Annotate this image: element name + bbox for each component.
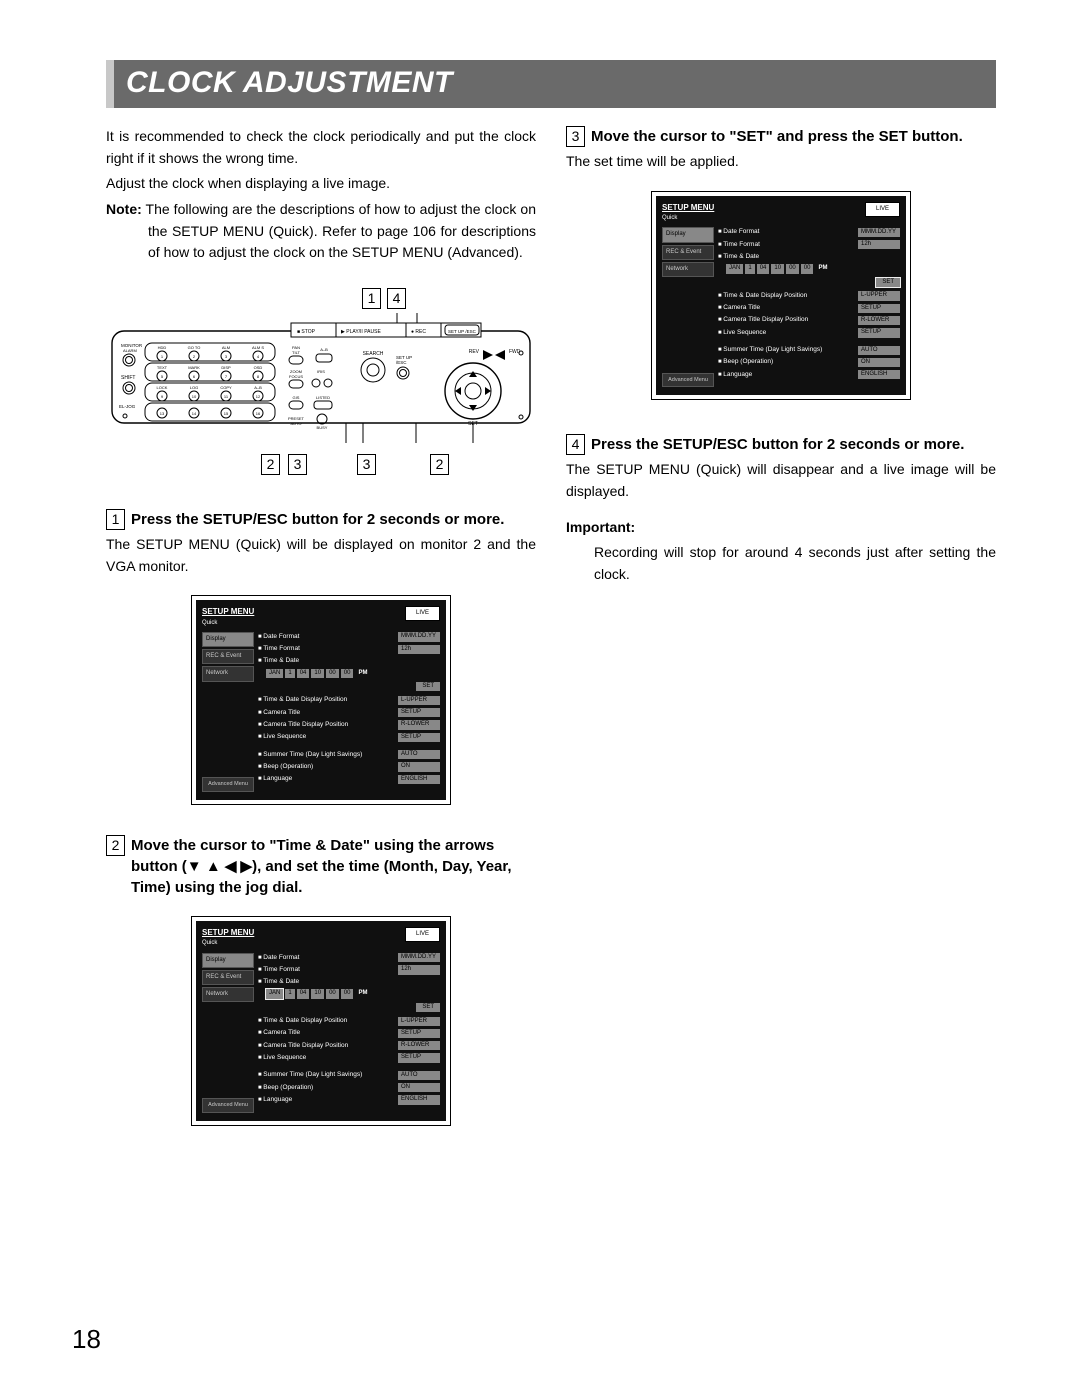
note-label: Note: (106, 201, 142, 217)
svg-text:COPY: COPY (220, 385, 232, 390)
svg-text:12: 12 (256, 394, 261, 399)
svg-text:ALM: ALM (222, 345, 230, 350)
step-2-num: 2 (106, 835, 125, 856)
intro-paragraph-1: It is recommended to check the clock per… (106, 126, 536, 169)
svg-text:IRIS: IRIS (317, 369, 325, 374)
svg-text:LOG: LOG (190, 385, 198, 390)
step-2-head: Move the cursor to "Time & Date" using t… (131, 835, 536, 898)
svg-text:15: 15 (224, 411, 229, 416)
device-panel-svg: ■ STOP ▶ PLAY/II PAUSE ● REC SET UP /ESC… (111, 313, 531, 443)
intro-paragraph-2: Adjust the clock when displaying a live … (106, 173, 536, 195)
step-3: 3 Move the cursor to "SET" and press the… (566, 126, 996, 173)
svg-text:REV: REV (469, 349, 480, 355)
svg-text:A–B: A–B (254, 385, 262, 390)
svg-text:/ESC: /ESC (396, 360, 407, 365)
setup-menu-figure-2: LIVE SETUP MENU Quick Display REC & Even… (191, 916, 451, 1126)
svg-text:ALM S: ALM S (252, 345, 264, 350)
svg-text:10: 10 (192, 394, 197, 399)
setup-menu-figure-3: LIVE SETUP MENU Quick Display REC & Even… (651, 191, 911, 401)
svg-text:TEXT: TEXT (157, 365, 168, 370)
left-column: It is recommended to check the clock per… (106, 126, 536, 1130)
step-3-num: 3 (566, 126, 585, 147)
step-2: 2 Move the cursor to "Time & Date" using… (106, 835, 536, 898)
step-4-head: Press the SETUP/ESC button for 2 seconds… (591, 434, 996, 455)
callout-4-top: 4 (387, 288, 406, 309)
svg-text:DISP: DISP (221, 365, 231, 370)
callout-3a: 3 (288, 454, 307, 475)
important-label: Important: (566, 517, 996, 539)
section-title-bar: CLOCK ADJUSTMENT (106, 60, 996, 108)
lbl-setup: SET UP /ESC (448, 329, 477, 334)
svg-text:FOCUS: FOCUS (289, 374, 303, 379)
svg-text:GIS: GIS (293, 395, 300, 400)
note-paragraph: Note: The following are the descriptions… (106, 199, 536, 264)
step-1: 1 Press the SETUP/ESC button for 2 secon… (106, 509, 536, 577)
svg-text:14: 14 (192, 411, 197, 416)
callout-1-top: 1 (362, 288, 381, 309)
right-column: 3 Move the cursor to "SET" and press the… (566, 126, 996, 1130)
callout-2b: 2 (430, 454, 449, 475)
svg-text:TILT: TILT (292, 350, 300, 355)
svg-text:GO TO: GO TO (188, 345, 201, 350)
lbl-stop: ■ STOP (297, 329, 316, 335)
lbl-rec: ● REC (411, 329, 426, 335)
step-4-body: The SETUP MENU (Quick) will disappear an… (566, 459, 996, 502)
svg-text:AUTO: AUTO (290, 421, 301, 426)
svg-text:LOCK: LOCK (157, 385, 168, 390)
svg-text:16: 16 (256, 411, 261, 416)
lbl-play: ▶ PLAY/II PAUSE (341, 329, 381, 335)
section-title: CLOCK ADJUSTMENT (114, 60, 996, 108)
page-number: 18 (72, 1324, 101, 1355)
callout-3b: 3 (357, 454, 376, 475)
svg-text:OSD: OSD (254, 365, 263, 370)
step-1-head: Press the SETUP/ESC button for 2 seconds… (131, 509, 536, 530)
svg-text:HDD: HDD (158, 345, 167, 350)
callout-2a: 2 (261, 454, 280, 475)
svg-text:MARK: MARK (188, 365, 200, 370)
svg-text:SHIFT: SHIFT (121, 375, 135, 381)
step-1-body: The SETUP MENU (Quick) will be displayed… (106, 534, 536, 577)
svg-text:A–B: A–B (320, 347, 328, 352)
step-3-body: The set time will be applied. (566, 151, 996, 173)
step-1-num: 1 (106, 509, 125, 530)
device-panel-figure: 1 4 ■ STOP ▶ PLAY/II PAUSE ● REC SET UP … (111, 288, 531, 475)
svg-text:SEARCH: SEARCH (363, 351, 384, 357)
step-4: 4 Press the SETUP/ESC button for 2 secon… (566, 434, 996, 502)
svg-text:EL-JOG: EL-JOG (119, 404, 136, 409)
step-3-head: Move the cursor to "SET" and press the S… (591, 126, 996, 147)
step-4-num: 4 (566, 434, 585, 455)
svg-text:13: 13 (160, 411, 165, 416)
setup-menu-figure-1: LIVE SETUP MENU Quick Display REC & Even… (191, 595, 451, 805)
note-body: The following are the descriptions of ho… (146, 201, 536, 260)
svg-text:LISTED: LISTED (316, 395, 330, 400)
title-accent (106, 60, 114, 108)
svg-text:BUSY: BUSY (317, 425, 328, 430)
svg-text:ALARM: ALARM (123, 348, 137, 353)
important-body: Recording will stop for around 4 seconds… (566, 542, 996, 585)
